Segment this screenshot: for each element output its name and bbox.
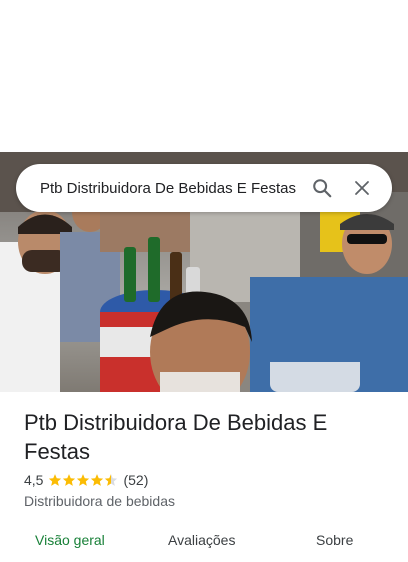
star-icon	[49, 474, 62, 486]
tab-avaliacoes[interactable]: Avaliações	[168, 532, 235, 548]
star-icon	[77, 474, 90, 486]
reviews-count[interactable]: (52)	[123, 472, 148, 488]
search-bar[interactable]: Ptb Distribuidora De Bebidas E Festas	[16, 164, 392, 212]
close-icon[interactable]	[342, 168, 382, 208]
blank-area	[0, 0, 408, 152]
place-info-panel: Ptb Distribuidora De Bebidas E Festas 4,…	[0, 392, 408, 548]
place-category: Distribuidora de bebidas	[24, 493, 175, 509]
rating-value: 4,5	[24, 472, 44, 488]
star-icon	[91, 474, 104, 486]
tab-visao-geral[interactable]: Visão geral	[35, 532, 105, 548]
place-title: Ptb Distribuidora De Bebidas E Festas	[24, 410, 328, 464]
rating-stars	[48, 473, 118, 487]
place-tabs: Visão geral Avaliações Sobre	[0, 532, 408, 562]
search-input[interactable]: Ptb Distribuidora De Bebidas E Festas	[40, 180, 296, 197]
star-icon	[63, 474, 76, 486]
rating-row[interactable]: 4,5 (52)	[24, 472, 148, 488]
star-half-icon	[105, 474, 118, 486]
search-icon[interactable]	[302, 168, 342, 208]
tab-sobre[interactable]: Sobre	[316, 532, 353, 548]
